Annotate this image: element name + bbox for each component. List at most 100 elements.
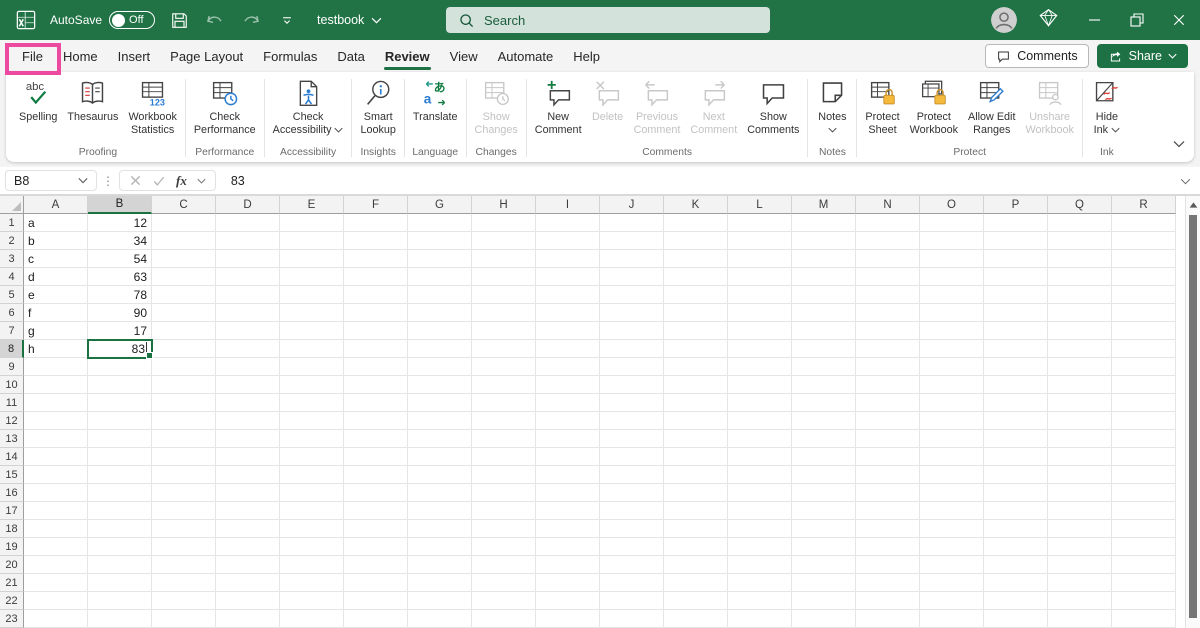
cell-K14[interactable] xyxy=(664,448,728,466)
cell-M15[interactable] xyxy=(792,466,856,484)
cell-J10[interactable] xyxy=(600,376,664,394)
cell-L17[interactable] xyxy=(728,502,792,520)
cell-C3[interactable] xyxy=(152,250,216,268)
cell-K9[interactable] xyxy=(664,358,728,376)
cell-H7[interactable] xyxy=(472,322,536,340)
cell-R17[interactable] xyxy=(1112,502,1176,520)
cell-K8[interactable] xyxy=(664,340,728,358)
column-header-K[interactable]: K xyxy=(664,196,728,214)
cell-R11[interactable] xyxy=(1112,394,1176,412)
cell-E17[interactable] xyxy=(280,502,344,520)
cell-I9[interactable] xyxy=(536,358,600,376)
undo-icon[interactable] xyxy=(203,8,227,32)
cell-P17[interactable] xyxy=(984,502,1048,520)
cell-P8[interactable] xyxy=(984,340,1048,358)
cell-E21[interactable] xyxy=(280,574,344,592)
redo-icon[interactable] xyxy=(239,8,263,32)
cell-R2[interactable] xyxy=(1112,232,1176,250)
cell-D14[interactable] xyxy=(216,448,280,466)
cell-O9[interactable] xyxy=(920,358,984,376)
cell-A9[interactable] xyxy=(24,358,88,376)
cell-F4[interactable] xyxy=(344,268,408,286)
cell-P22[interactable] xyxy=(984,592,1048,610)
cell-N12[interactable] xyxy=(856,412,920,430)
cell-G8[interactable] xyxy=(408,340,472,358)
cell-F12[interactable] xyxy=(344,412,408,430)
cell-F16[interactable] xyxy=(344,484,408,502)
cell-D1[interactable] xyxy=(216,214,280,232)
row-header-4[interactable]: 4 xyxy=(0,268,24,286)
cell-L15[interactable] xyxy=(728,466,792,484)
cell-P7[interactable] xyxy=(984,322,1048,340)
cell-D2[interactable] xyxy=(216,232,280,250)
cell-K17[interactable] xyxy=(664,502,728,520)
cell-L14[interactable] xyxy=(728,448,792,466)
cell-D16[interactable] xyxy=(216,484,280,502)
cell-C5[interactable] xyxy=(152,286,216,304)
cell-A6[interactable]: f xyxy=(24,304,88,322)
cell-M13[interactable] xyxy=(792,430,856,448)
cell-E2[interactable] xyxy=(280,232,344,250)
cell-J7[interactable] xyxy=(600,322,664,340)
cell-Q19[interactable] xyxy=(1048,538,1112,556)
cell-E6[interactable] xyxy=(280,304,344,322)
cell-G5[interactable] xyxy=(408,286,472,304)
formula-input[interactable]: 83 xyxy=(216,174,245,188)
column-header-L[interactable]: L xyxy=(728,196,792,214)
row-header-5[interactable]: 5 xyxy=(0,286,24,304)
cell-N21[interactable] xyxy=(856,574,920,592)
cell-D10[interactable] xyxy=(216,376,280,394)
cell-I7[interactable] xyxy=(536,322,600,340)
cell-E16[interactable] xyxy=(280,484,344,502)
cell-J18[interactable] xyxy=(600,520,664,538)
cell-A19[interactable] xyxy=(24,538,88,556)
column-header-G[interactable]: G xyxy=(408,196,472,214)
column-header-C[interactable]: C xyxy=(152,196,216,214)
cell-O17[interactable] xyxy=(920,502,984,520)
cell-P3[interactable] xyxy=(984,250,1048,268)
cell-O11[interactable] xyxy=(920,394,984,412)
expand-formula-bar-icon[interactable] xyxy=(1180,174,1200,188)
cell-B13[interactable] xyxy=(88,430,152,448)
cell-I18[interactable] xyxy=(536,520,600,538)
diamond-icon[interactable] xyxy=(1037,6,1060,34)
cell-Q14[interactable] xyxy=(1048,448,1112,466)
cell-M12[interactable] xyxy=(792,412,856,430)
cell-B14[interactable] xyxy=(88,448,152,466)
cell-H23[interactable] xyxy=(472,610,536,628)
cell-C17[interactable] xyxy=(152,502,216,520)
cell-H16[interactable] xyxy=(472,484,536,502)
cell-I19[interactable] xyxy=(536,538,600,556)
cell-R7[interactable] xyxy=(1112,322,1176,340)
cell-B16[interactable] xyxy=(88,484,152,502)
chevron-down-icon[interactable] xyxy=(197,178,206,184)
cell-N9[interactable] xyxy=(856,358,920,376)
cell-L18[interactable] xyxy=(728,520,792,538)
cell-R1[interactable] xyxy=(1112,214,1176,232)
tab-page-layout[interactable]: Page Layout xyxy=(160,43,253,70)
cell-D6[interactable] xyxy=(216,304,280,322)
cell-J4[interactable] xyxy=(600,268,664,286)
thesaurus-button[interactable]: Thesaurus xyxy=(62,76,123,126)
row-header-9[interactable]: 9 xyxy=(0,358,24,376)
cell-Q23[interactable] xyxy=(1048,610,1112,628)
cell-B15[interactable] xyxy=(88,466,152,484)
column-header-O[interactable]: O xyxy=(920,196,984,214)
cell-R5[interactable] xyxy=(1112,286,1176,304)
tab-help[interactable]: Help xyxy=(563,43,610,70)
cell-E23[interactable] xyxy=(280,610,344,628)
cell-L19[interactable] xyxy=(728,538,792,556)
cell-Q1[interactable] xyxy=(1048,214,1112,232)
cell-Q5[interactable] xyxy=(1048,286,1112,304)
cell-N23[interactable] xyxy=(856,610,920,628)
check-accessibility-button[interactable]: CheckAccessibility xyxy=(268,76,349,139)
cell-E9[interactable] xyxy=(280,358,344,376)
cell-R22[interactable] xyxy=(1112,592,1176,610)
cell-B23[interactable] xyxy=(88,610,152,628)
cell-Q9[interactable] xyxy=(1048,358,1112,376)
row-header-11[interactable]: 11 xyxy=(0,394,24,412)
cell-M14[interactable] xyxy=(792,448,856,466)
cell-E15[interactable] xyxy=(280,466,344,484)
cell-F11[interactable] xyxy=(344,394,408,412)
column-header-Q[interactable]: Q xyxy=(1048,196,1112,214)
